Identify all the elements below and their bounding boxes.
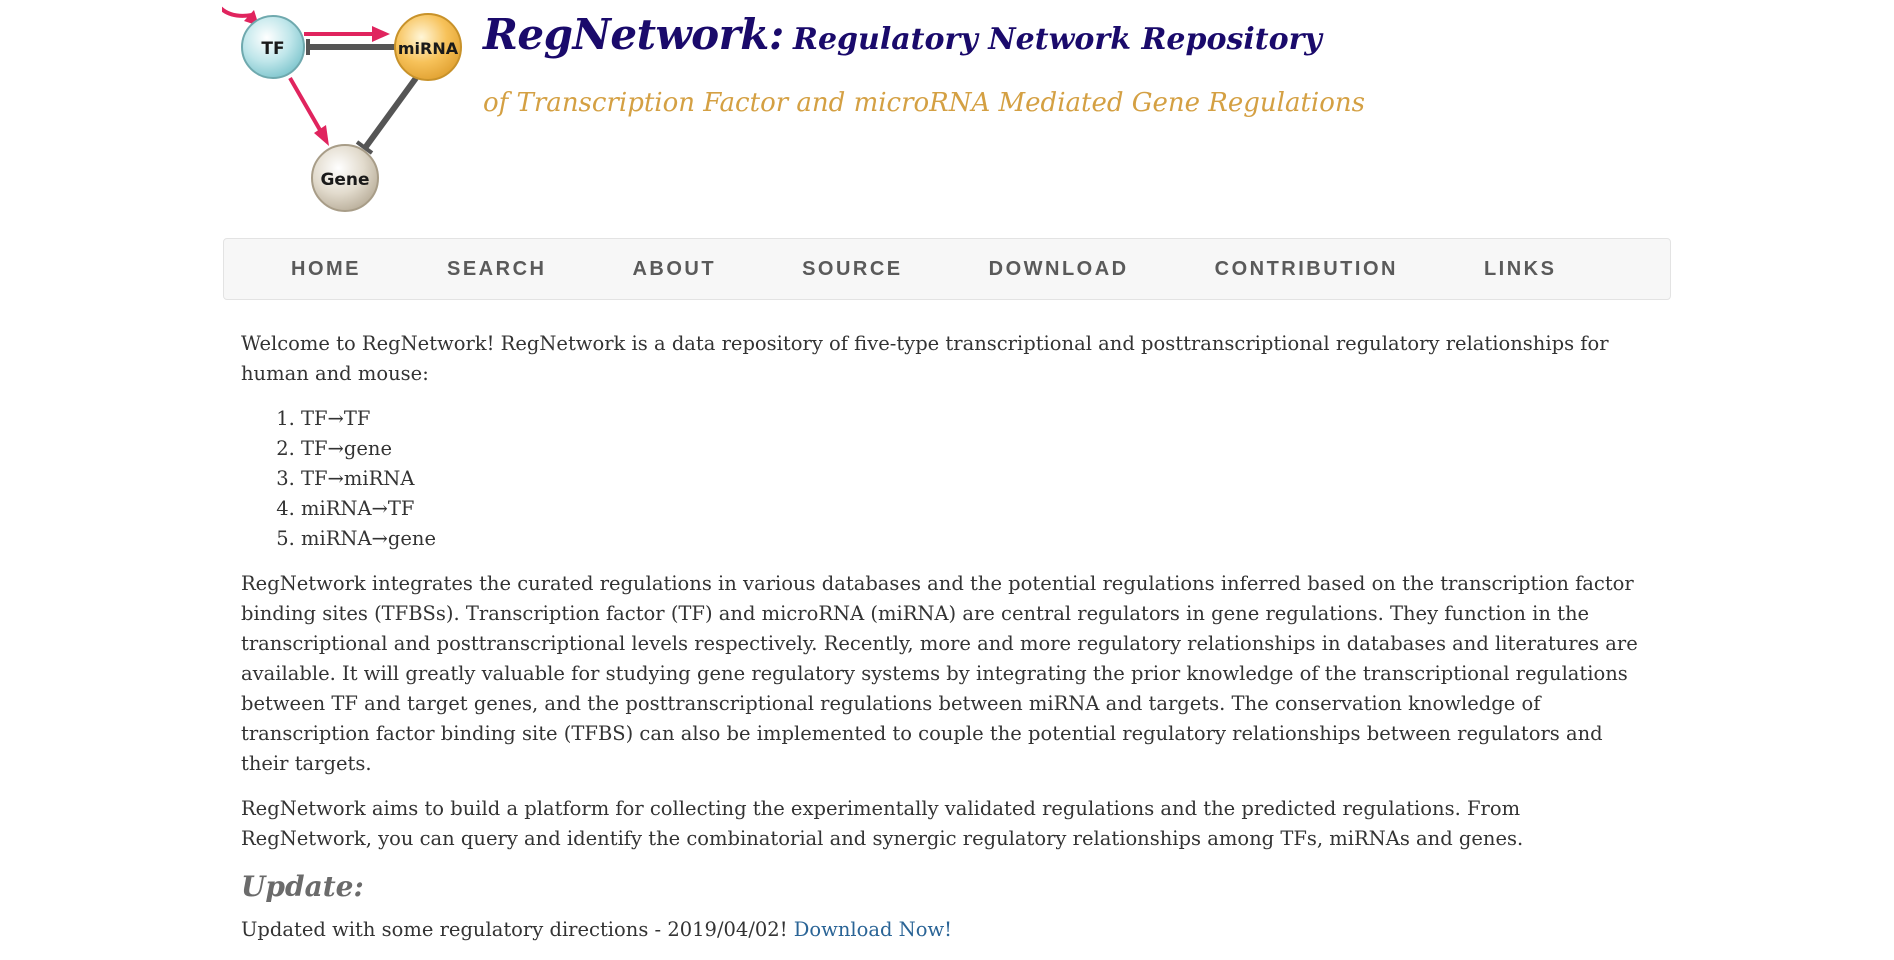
update-paragraph: Updated with some regulatory directions … [241, 915, 1656, 945]
list-item: miRNA→TF [301, 494, 1656, 524]
update-text: Updated with some regulatory directions … [241, 918, 788, 941]
nav-search[interactable]: SEARCH [404, 258, 589, 281]
main-content: Welcome to RegNetwork! RegNetwork is a d… [241, 329, 1656, 960]
list-item: TF→TF [301, 404, 1656, 434]
site-title-main: RegNetwork: [483, 10, 784, 59]
list-item: miRNA→gene [301, 524, 1656, 554]
nav-download[interactable]: DOWNLOAD [946, 258, 1172, 281]
update-heading: Update: [241, 870, 364, 903]
mirna-gene-inhibit [362, 76, 419, 150]
aims-paragraph: RegNetwork aims to build a platform for … [241, 797, 1524, 850]
description-paragraph: RegNetwork integrates the curated regula… [241, 572, 1638, 775]
nav-contribution[interactable]: CONTRIBUTION [1172, 258, 1441, 281]
regnetwork-logo[interactable]: TF miRNA Gene [222, 0, 472, 215]
gene-node-label: Gene [320, 170, 369, 190]
download-now-link[interactable]: Download Now! [794, 918, 952, 941]
nav-home[interactable]: HOME [248, 258, 404, 281]
nav-about[interactable]: ABOUT [589, 258, 759, 281]
site-title: RegNetwork: Regulatory Network Repositor… [483, 10, 1322, 59]
intro-paragraph: Welcome to RegNetwork! RegNetwork is a d… [241, 332, 1609, 385]
tf-self-arrow [222, 6, 253, 18]
tf-node-label: TF [261, 39, 284, 59]
mirna-node-label: miRNA [398, 39, 459, 58]
nav-source[interactable]: SOURCE [759, 258, 946, 281]
tf-gene-arrowhead [314, 125, 329, 146]
main-navbar: HOME SEARCH ABOUT SOURCE DOWNLOAD CONTRI… [223, 238, 1671, 300]
tf-mirna-arrowhead [372, 26, 390, 42]
site-title-sub: Regulatory Network Repository [793, 22, 1322, 57]
regulation-type-list: TF→TF TF→gene TF→miRNA miRNA→TF miRNA→ge… [241, 404, 1656, 554]
site-tagline: of Transcription Factor and microRNA Med… [483, 88, 1365, 118]
tf-gene-arrow [288, 77, 322, 131]
page: TF miRNA Gene RegNetwork: Regulatory Net… [0, 0, 1894, 941]
nav-links[interactable]: LINKS [1441, 258, 1600, 281]
list-item: TF→gene [301, 434, 1656, 464]
list-item: TF→miRNA [301, 464, 1656, 494]
